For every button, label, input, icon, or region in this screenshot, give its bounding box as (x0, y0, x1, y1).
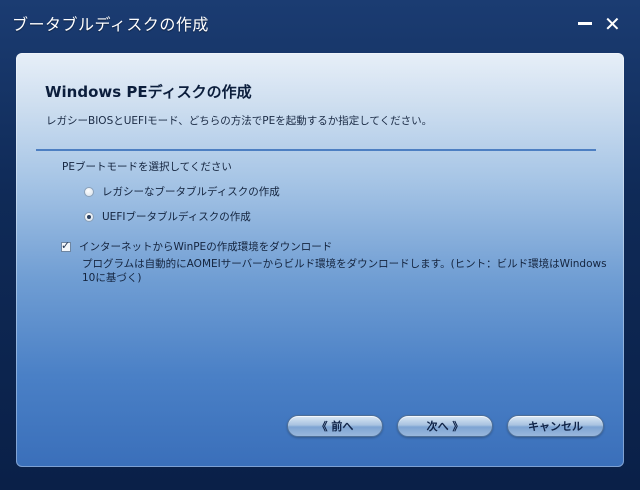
minimize-icon[interactable] (578, 22, 592, 25)
content-panel: Windows PEディスクの作成 レガシーBIOSとUEFIモード、どちらの方… (16, 53, 624, 467)
uefi-option-label: UEFIブータブルディスクの作成 (102, 211, 251, 223)
title-bar: ブータブルディスクの作成 ✕ (0, 0, 640, 46)
cancel-button[interactable]: キャンセル (507, 415, 604, 437)
download-description: プログラムは自動的にAOMEIサーバーからビルド環境をダウンロードします。(ヒン… (82, 258, 607, 284)
close-icon[interactable]: ✕ (604, 14, 621, 34)
page-title: Windows PEディスクの作成 (45, 83, 252, 101)
legacy-radio-button[interactable] (84, 186, 94, 197)
checkmark-icon: ✓ (61, 238, 71, 252)
back-button[interactable]: 《 前へ (287, 415, 383, 437)
boot-mode-label: PEブートモードを選択してください (62, 161, 232, 173)
divider (36, 149, 596, 151)
window-title: ブータブルディスクの作成 (12, 15, 209, 34)
legacy-option-label: レガシーなブータブルディスクの作成 (102, 186, 280, 198)
page-subtitle: レガシーBIOSとUEFIモード、どちらの方法でPEを起動するか指定してください… (46, 115, 433, 127)
download-winpe-checkbox[interactable]: ✓ (61, 238, 71, 252)
next-button[interactable]: 次へ 》 (397, 415, 493, 437)
download-winpe-label: インターネットからWinPEの作成環境をダウンロード (79, 241, 333, 253)
uefi-radio-button[interactable] (84, 211, 94, 222)
legacy-boot-option[interactable]: レガシーなブータブルディスクの作成 (84, 184, 280, 199)
dialog-window: ブータブルディスクの作成 ✕ Windows PEディスクの作成 レガシーBIO… (0, 0, 640, 490)
uefi-boot-option[interactable]: UEFIブータブルディスクの作成 (84, 209, 251, 224)
download-winpe-option[interactable]: ✓ インターネットからWinPEの作成環境をダウンロード (61, 239, 332, 254)
